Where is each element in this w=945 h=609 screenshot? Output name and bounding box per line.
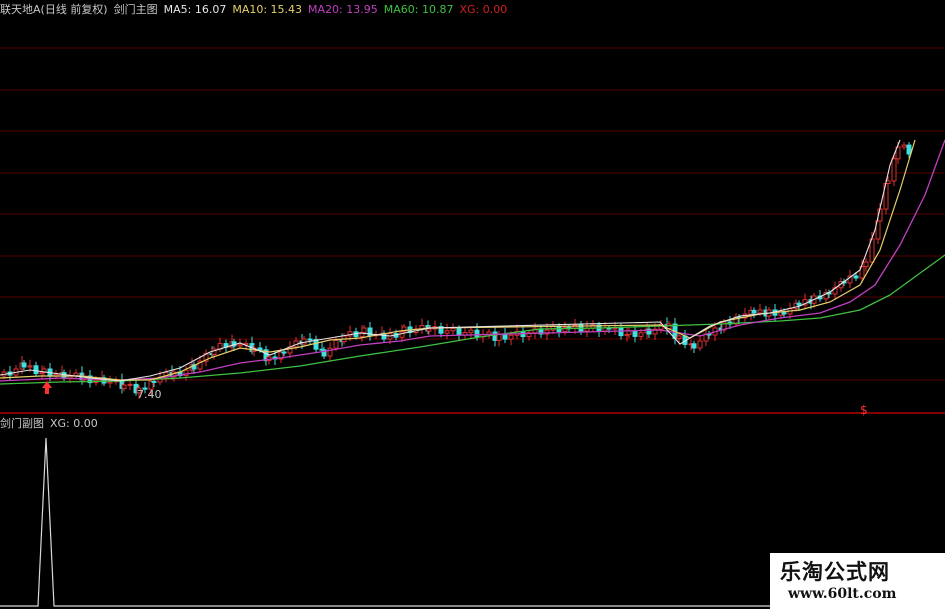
main-chart-header: 联天地A(日线 前复权) 剑门主图 MA5: 16.07 MA10: 15.43 MA2… <box>0 2 513 18</box>
sub-indicator-name: 剑门副图 <box>0 417 44 430</box>
candle-body[interactable] <box>676 335 682 339</box>
xg-value: XG: 0.00 <box>459 3 508 16</box>
candle-body[interactable] <box>257 347 263 351</box>
ma10-line <box>0 139 916 381</box>
candle-body[interactable] <box>444 330 450 334</box>
candle-body[interactable] <box>21 362 27 368</box>
candle-body[interactable] <box>626 330 632 335</box>
low-price-label: 7.40 <box>137 388 162 401</box>
candle-body[interactable] <box>853 275 859 279</box>
candle-body[interactable] <box>456 327 462 336</box>
ma5-value: MA5: 16.07 <box>163 3 227 16</box>
candle-body[interactable] <box>61 372 67 379</box>
watermark: 乐淘公式网 www.60lt.com <box>770 553 945 609</box>
candlestick-series[interactable] <box>1 142 912 399</box>
sub-chart-header: 剑门副图 XG: 0.00 <box>0 416 104 432</box>
watermark-url: www.60lt.com <box>788 586 897 602</box>
candle-body[interactable] <box>107 381 113 384</box>
candle-body[interactable] <box>33 365 39 375</box>
candle-body[interactable] <box>127 383 133 386</box>
candle-body[interactable] <box>492 331 498 341</box>
candle-body[interactable] <box>632 330 638 337</box>
indicator-name: 剑门主图 <box>113 3 158 16</box>
candle-body[interactable] <box>73 372 79 377</box>
candle-body[interactable] <box>121 384 127 389</box>
candle-body[interactable] <box>697 340 703 349</box>
ma20-line <box>0 139 945 382</box>
ma20-value: MA20: 13.95 <box>308 3 378 16</box>
candle-body[interactable] <box>474 329 480 338</box>
candle-body[interactable] <box>151 380 157 383</box>
ma60-value: MA60: 10.87 <box>383 3 454 16</box>
stock-title: 联天地A(日线 前复权) <box>0 3 108 16</box>
candle-body[interactable] <box>361 327 367 333</box>
ma5-line <box>0 139 901 382</box>
candle-body[interactable] <box>796 302 802 306</box>
candle-body[interactable] <box>307 338 313 341</box>
ma10-value: MA10: 15.43 <box>232 3 303 16</box>
candle-body[interactable] <box>468 329 474 334</box>
sub-xg-value: XG: 0.00 <box>50 417 98 430</box>
candle-body[interactable] <box>27 365 33 368</box>
candle-body[interactable] <box>426 328 432 332</box>
watermark-title: 乐淘公式网 <box>780 560 890 584</box>
candle-body[interactable] <box>333 339 339 349</box>
candle-body[interactable] <box>906 144 912 155</box>
candle-body[interactable] <box>281 351 287 354</box>
candle-body[interactable] <box>751 309 757 314</box>
kline-chart-canvas[interactable]: $ <box>0 0 945 609</box>
candle-body[interactable] <box>237 344 243 347</box>
candle-body[interactable] <box>502 333 508 340</box>
candle-body[interactable] <box>691 343 697 349</box>
candle-body[interactable] <box>891 158 897 182</box>
ma60-line <box>0 254 945 385</box>
candle-body[interactable] <box>757 309 763 314</box>
candle-body[interactable] <box>638 332 644 337</box>
svg-text:$: $ <box>860 403 868 417</box>
candle-body[interactable] <box>863 261 869 268</box>
candle-body[interactable] <box>508 334 514 340</box>
candle-body[interactable] <box>901 144 907 148</box>
candle-body[interactable] <box>399 331 405 338</box>
candle-body[interactable] <box>450 327 456 332</box>
sell-signal-dollar-icon: $ <box>860 403 868 417</box>
candle-body[interactable] <box>301 338 307 345</box>
